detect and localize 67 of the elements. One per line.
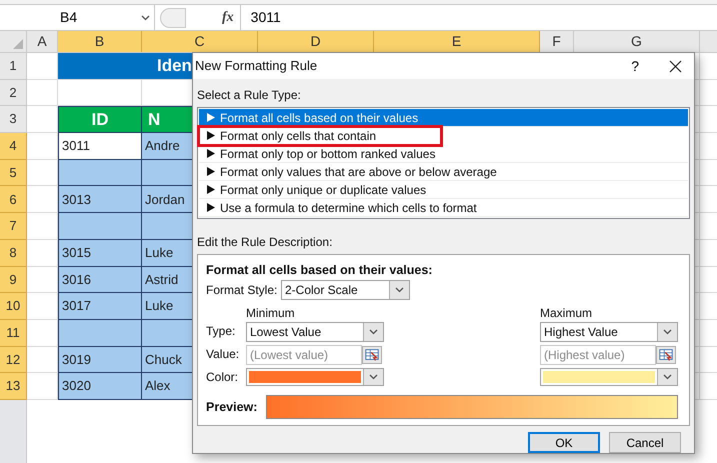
type-dropdown[interactable]: Highest Value bbox=[540, 322, 678, 342]
row-header[interactable]: 3 bbox=[0, 106, 27, 134]
row-header[interactable]: 13 bbox=[0, 373, 27, 400]
format-style-dropdown[interactable]: 2-Color Scale bbox=[281, 280, 410, 300]
chevron-down-icon bbox=[395, 287, 404, 293]
column-header[interactable]: D bbox=[258, 31, 374, 52]
field-label: Value: bbox=[206, 346, 240, 363]
table-cell: 3016 bbox=[58, 266, 142, 294]
chevron-down-icon bbox=[141, 14, 150, 20]
section-label: Select a Rule Type: bbox=[197, 87, 302, 104]
row-header[interactable]: 7 bbox=[0, 213, 27, 240]
table-cell: 3020 bbox=[58, 373, 142, 400]
row-header[interactable]: 12 bbox=[0, 346, 27, 374]
rule-type-item[interactable]: Format only cells that contain bbox=[199, 127, 441, 145]
triangle-icon bbox=[13, 39, 23, 49]
row-header[interactable]: 8 bbox=[0, 240, 27, 266]
value-field[interactable]: (Lowest value) bbox=[246, 345, 362, 365]
row-header[interactable]: 1 bbox=[0, 53, 27, 80]
column-header[interactable]: C bbox=[142, 31, 258, 52]
column-header[interactable]: F bbox=[540, 31, 574, 52]
column-header[interactable]: B bbox=[58, 31, 142, 52]
formula-bar-grip[interactable] bbox=[160, 8, 186, 28]
formula-input[interactable]: 3011 bbox=[240, 5, 717, 30]
table-cell: 3011 bbox=[58, 133, 142, 160]
table-cell: 3017 bbox=[58, 293, 142, 320]
chevron-down-icon bbox=[369, 329, 378, 335]
column-header[interactable]: G bbox=[574, 31, 700, 52]
chevron-down-icon bbox=[369, 374, 378, 380]
column-heading: Maximum bbox=[540, 306, 594, 320]
column-header[interactable]: A bbox=[27, 31, 58, 52]
row-header[interactable]: 9 bbox=[0, 266, 27, 294]
rule-type-item[interactable]: Format only values that are above or below average bbox=[199, 163, 688, 181]
row-header-gutter bbox=[0, 400, 27, 463]
row-header[interactable]: 6 bbox=[0, 186, 27, 214]
range-picker-icon[interactable] bbox=[656, 346, 676, 364]
row-header[interactable]: 5 bbox=[0, 160, 27, 186]
select-all-corner[interactable] bbox=[0, 31, 27, 52]
column-heading: ID bbox=[58, 106, 142, 134]
preview-label: Preview: bbox=[206, 400, 258, 414]
close-icon[interactable] bbox=[669, 60, 682, 72]
row-header[interactable]: 10 bbox=[0, 293, 27, 320]
table-cell: 3013 bbox=[58, 186, 142, 214]
column-header[interactable]: E bbox=[374, 31, 540, 52]
value-field[interactable]: (Highest value) bbox=[540, 345, 656, 365]
dialog-title: New Formatting Rule bbox=[195, 57, 318, 76]
dialog-button[interactable]: OK bbox=[528, 432, 600, 453]
dialog-button[interactable]: Cancel bbox=[609, 432, 681, 453]
color-dropdown[interactable] bbox=[246, 368, 384, 386]
range-picker-icon[interactable] bbox=[362, 346, 382, 364]
color-dropdown[interactable] bbox=[540, 368, 678, 386]
insert-function-button[interactable]: fx bbox=[222, 7, 234, 28]
table-cell: 3015 bbox=[58, 240, 142, 266]
chevron-down-icon bbox=[663, 329, 672, 335]
type-dropdown[interactable]: Lowest Value bbox=[246, 322, 384, 342]
rule-type-item[interactable]: Use a formula to determine which cells to format bbox=[199, 199, 688, 217]
row-header[interactable]: 2 bbox=[0, 80, 27, 106]
name-box[interactable]: B4 bbox=[0, 5, 155, 30]
rule-type-item[interactable]: Format only top or bottom ranked values bbox=[199, 145, 688, 163]
help-button[interactable]: ? bbox=[631, 56, 639, 76]
rule-type-item[interactable]: Format all cells based on their values bbox=[199, 109, 688, 127]
row-header[interactable]: 11 bbox=[0, 320, 27, 347]
field-label: Type: bbox=[206, 323, 236, 340]
chevron-down-icon bbox=[663, 374, 672, 380]
column-header[interactable] bbox=[700, 31, 717, 52]
row-header[interactable]: 4 bbox=[0, 133, 27, 160]
table-cell: 3019 bbox=[58, 346, 142, 374]
rule-type-item[interactable]: Format only unique or duplicate values bbox=[199, 181, 688, 199]
